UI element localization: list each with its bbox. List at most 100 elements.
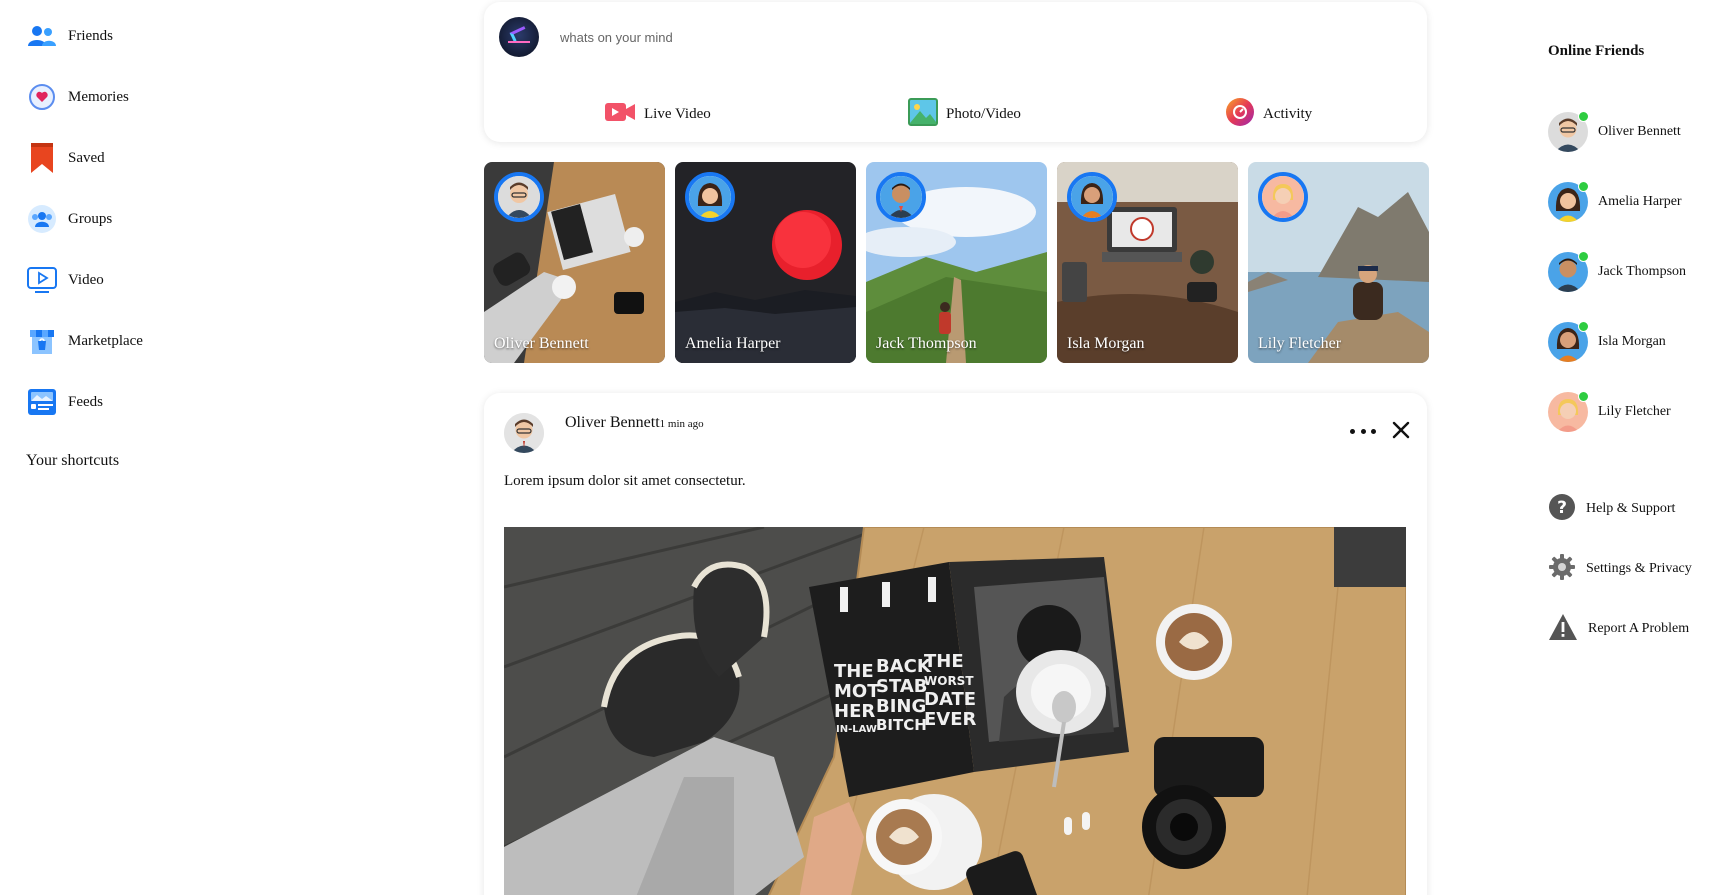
groups-icon [26, 203, 58, 235]
online-friend-item[interactable]: Isla Morgan [1548, 321, 1666, 363]
story-card[interactable]: Isla Morgan [1057, 162, 1238, 363]
post-timestamp: 1 min ago [659, 418, 704, 430]
magazine-text: BITCH [876, 716, 927, 734]
story-card[interactable]: Lily Fletcher [1248, 162, 1429, 363]
friend-name: Lily Fletcher [1598, 404, 1671, 419]
online-friend-item[interactable]: Amelia Harper [1548, 181, 1682, 223]
magazine-text: WORST [924, 674, 974, 688]
sidebar-item-saved[interactable]: Saved [26, 140, 105, 176]
sidebar-item-label: Marketplace [68, 332, 143, 349]
avatar [1548, 321, 1589, 362]
online-friends-title: Online Friends [1548, 43, 1645, 59]
post-text: Lorem ipsum dolor sit amet consectetur. [504, 473, 746, 489]
close-icon [1392, 421, 1410, 439]
magazine-text: THE [834, 661, 874, 682]
post-author[interactable]: Oliver Bennett1 min ago [565, 414, 704, 432]
post-more-options-button[interactable] [1350, 421, 1376, 441]
report-problem-label: Report A Problem [1588, 621, 1690, 636]
story-name: Amelia Harper [685, 335, 781, 352]
sidebar-item-label: Saved [68, 149, 105, 166]
help-icon: ? [1548, 493, 1576, 526]
story-card[interactable]: Amelia Harper [675, 162, 856, 363]
stories-row: Oliver Bennett Amelia Harper Jack Thomps… [484, 162, 1429, 363]
composer-input[interactable] [560, 24, 1160, 50]
sidebar-item-groups[interactable]: Groups [26, 201, 112, 237]
photo-video-label: Photo/Video [946, 105, 1021, 122]
sidebar-item-friends[interactable]: Friends [26, 18, 113, 54]
story-card[interactable]: Oliver Bennett [484, 162, 665, 363]
magazine-text: MOT [834, 681, 880, 702]
sidebar-item-feeds[interactable]: Feeds [26, 384, 103, 420]
settings-privacy-link[interactable]: Settings & Privacy [1548, 552, 1692, 586]
settings-privacy-label: Settings & Privacy [1586, 561, 1692, 576]
online-status-indicator [1578, 321, 1589, 332]
post-close-button[interactable] [1390, 419, 1412, 441]
post-composer: Live Video Photo/Video [484, 2, 1427, 142]
activity-label: Activity [1263, 105, 1313, 122]
activity-icon [1225, 97, 1255, 132]
live-video-label: Live Video [644, 105, 711, 122]
warning-icon [1548, 613, 1578, 646]
story-avatar [685, 172, 735, 222]
live-video-button[interactable]: Live Video [604, 97, 711, 131]
svg-text:?: ? [1557, 498, 1567, 518]
friend-name: Isla Morgan [1598, 334, 1666, 349]
online-status-indicator [1578, 111, 1589, 122]
online-status-indicator [1578, 251, 1589, 262]
photo-video-icon [908, 97, 938, 131]
marketplace-shop-icon [26, 325, 58, 357]
post-author-name: Oliver Bennett [565, 414, 660, 431]
story-name: Isla Morgan [1067, 335, 1145, 352]
avatar [1548, 251, 1589, 292]
settings-gear-icon [1548, 553, 1576, 586]
online-friend-item[interactable]: Oliver Bennett [1548, 111, 1681, 153]
friend-name: Jack Thompson [1598, 264, 1687, 279]
activity-button[interactable]: Activity [1225, 97, 1312, 131]
online-friend-item[interactable]: Lily Fletcher [1548, 391, 1671, 433]
magazine-text: STAB [876, 676, 928, 697]
feeds-icon [26, 386, 58, 418]
sidebar-item-memories[interactable]: Memories [26, 79, 129, 115]
story-name: Lily Fletcher [1258, 335, 1342, 352]
help-support-link[interactable]: ? Help & Support [1548, 492, 1675, 526]
sidebar-item-video[interactable]: Video [26, 262, 104, 298]
sidebar-item-label: Video [68, 271, 104, 288]
avatar [1548, 181, 1589, 222]
photo-video-button[interactable]: Photo/Video [908, 97, 1021, 131]
dot [1350, 428, 1355, 434]
video-play-icon [26, 264, 58, 296]
magazine-text: IN-LAW [836, 724, 877, 735]
sidebar-item-marketplace[interactable]: Marketplace [26, 323, 143, 359]
dot [1360, 428, 1366, 434]
post-image[interactable]: THE MOT HER IN-LAW BACK STAB BING BITCH … [504, 527, 1406, 895]
story-avatar [494, 172, 544, 222]
magazine-text: THE [924, 651, 964, 672]
friend-name: Oliver Bennett [1598, 124, 1681, 139]
report-problem-link[interactable]: Report A Problem [1548, 612, 1689, 646]
magazine-text: DATE [924, 689, 976, 710]
story-avatar [1067, 172, 1117, 222]
post-author-avatar[interactable] [504, 413, 544, 453]
story-avatar [876, 172, 926, 222]
composer-actions: Live Video Photo/Video Activity [484, 97, 1427, 131]
sidebar-item-label: Groups [68, 210, 113, 227]
online-status-indicator [1578, 391, 1589, 402]
magazine-text: EVER [924, 709, 977, 730]
help-support-label: Help & Support [1586, 501, 1676, 516]
story-avatar [1258, 172, 1308, 222]
sidebar-item-label: Memories [68, 88, 129, 105]
composer-avatar[interactable] [499, 17, 539, 57]
story-name: Oliver Bennett [494, 335, 589, 352]
online-friend-item[interactable]: Jack Thompson [1548, 251, 1686, 293]
story-card[interactable]: Jack Thompson [866, 162, 1047, 363]
memories-icon [26, 81, 58, 113]
feed-post: Oliver Bennett1 min ago Lorem ipsum dolo… [484, 393, 1427, 895]
magazine-text: BING [876, 696, 926, 717]
friends-icon [26, 20, 58, 52]
sidebar-item-label: Feeds [68, 393, 103, 410]
magazine-text: HER [834, 701, 875, 722]
online-status-indicator [1578, 181, 1589, 192]
saved-bookmark-icon [26, 142, 58, 174]
story-name: Jack Thompson [876, 335, 977, 352]
sidebar-item-label: Friends [68, 27, 113, 44]
